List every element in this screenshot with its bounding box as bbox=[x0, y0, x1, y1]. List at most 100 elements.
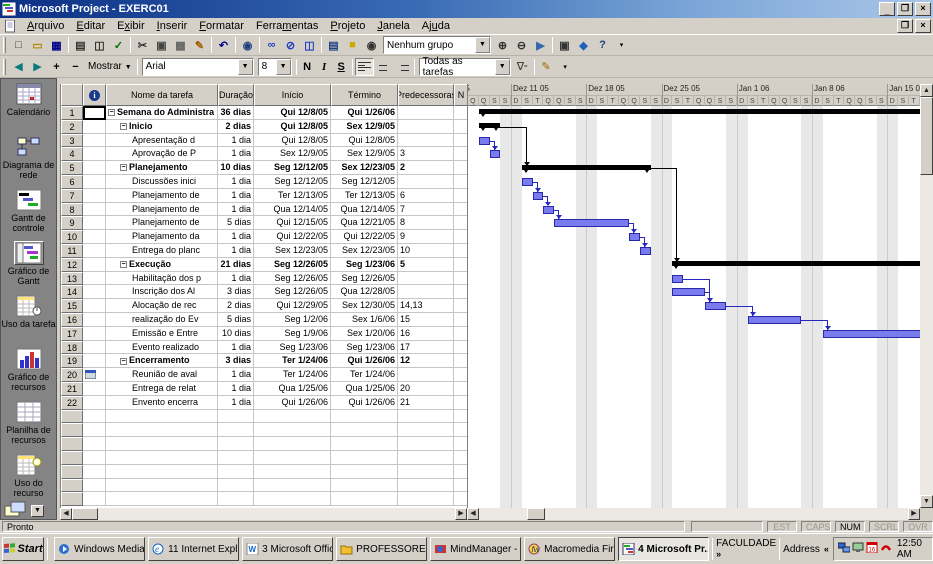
duration-cell[interactable]: 10 dias bbox=[218, 161, 254, 175]
predecessors-cell[interactable]: 6 bbox=[398, 189, 454, 203]
gantt-task-bar[interactable] bbox=[640, 247, 651, 255]
finish-cell[interactable]: Qui 12/8/05 bbox=[331, 134, 398, 148]
group-combo[interactable]: Nenhum grupo▼ bbox=[383, 36, 491, 54]
duration-cell[interactable]: 3 dias bbox=[218, 285, 254, 299]
new-button[interactable]: □ bbox=[9, 36, 28, 54]
view-task-usage[interactable]: Uso da tarefa bbox=[1, 291, 56, 344]
display-tray-icon[interactable] bbox=[852, 542, 864, 556]
info-cell[interactable] bbox=[83, 134, 106, 148]
row-number[interactable]: 5 bbox=[61, 161, 83, 175]
zoom-in-button[interactable]: ⊕ bbox=[493, 36, 512, 54]
menu-janela[interactable]: Janela bbox=[371, 19, 415, 33]
scroll-left-icon[interactable]: ◀ bbox=[467, 508, 479, 520]
tray-chevron-icon[interactable]: « bbox=[824, 544, 829, 554]
task-name-cell[interactable]: −Encerramento bbox=[106, 354, 218, 368]
start-cell[interactable]: Qui 12/15/05 bbox=[254, 216, 331, 230]
info-cell[interactable] bbox=[83, 299, 106, 313]
doc-close-button[interactable]: × bbox=[915, 19, 931, 33]
row-number[interactable]: 21 bbox=[61, 382, 83, 396]
filter-combo[interactable]: Todas as tarefas▼ bbox=[419, 58, 511, 76]
save-button[interactable]: ▦ bbox=[47, 36, 66, 54]
start-cell[interactable]: Seg 12/26/05 bbox=[254, 258, 331, 272]
vertical-scrollbar[interactable]: ▲ ▼ bbox=[920, 84, 933, 508]
start-cell[interactable]: Qui 12/8/05 bbox=[254, 134, 331, 148]
row-number[interactable]: 7 bbox=[61, 189, 83, 203]
gantt-task-bar[interactable] bbox=[672, 288, 704, 296]
predecessors-cell[interactable]: 21 bbox=[398, 396, 454, 410]
row-number[interactable]: 20 bbox=[61, 368, 83, 382]
row-number[interactable]: 2 bbox=[61, 120, 83, 134]
chevron-down-icon[interactable]: ▼ bbox=[276, 59, 291, 75]
predecessors-cell[interactable]: 17 bbox=[398, 341, 454, 355]
print-preview-button[interactable]: ◫ bbox=[90, 36, 109, 54]
cut-button[interactable]: ✂ bbox=[133, 36, 152, 54]
info-cell[interactable] bbox=[83, 175, 106, 189]
duration-cell[interactable]: 1 dia bbox=[218, 396, 254, 410]
phone-tray-icon[interactable] bbox=[880, 542, 892, 556]
info-cell[interactable] bbox=[83, 368, 106, 382]
start-cell[interactable]: Qui 12/8/05 bbox=[254, 120, 331, 134]
row-number[interactable]: 17 bbox=[61, 327, 83, 341]
toolbar-grip[interactable] bbox=[3, 59, 6, 75]
start-cell[interactable]: Seg 1/9/06 bbox=[254, 327, 331, 341]
task-name-cell[interactable]: Habilitação dos p bbox=[106, 272, 218, 286]
finish-cell[interactable]: Qui 12/22/05 bbox=[331, 230, 398, 244]
column-header-i[interactable]: i bbox=[83, 84, 106, 106]
table-scroll-thumb[interactable] bbox=[72, 508, 98, 520]
hyperlink-button[interactable]: ◉ bbox=[238, 36, 257, 54]
row-number[interactable]: 8 bbox=[61, 203, 83, 217]
bold-button[interactable]: N bbox=[299, 58, 316, 76]
predecessors-cell[interactable]: 14,13 bbox=[398, 299, 454, 313]
calendar-tray-icon[interactable]: 16 bbox=[866, 542, 878, 556]
predecessors-cell[interactable]: 7 bbox=[398, 203, 454, 217]
scroll-right-icon[interactable]: ▶ bbox=[455, 508, 467, 520]
info-cell[interactable] bbox=[83, 120, 106, 134]
menu-formatar[interactable]: Formatar bbox=[193, 19, 250, 33]
predecessors-cell[interactable]: 5 bbox=[398, 258, 454, 272]
start-cell[interactable]: Qui 12/8/05 bbox=[254, 106, 331, 120]
predecessors-cell[interactable] bbox=[398, 285, 454, 299]
view-network-diagram[interactable]: Diagrama de rede bbox=[1, 132, 56, 185]
gantt-task-bar[interactable] bbox=[629, 233, 640, 241]
finish-cell[interactable]: Qui 1/26/06 bbox=[331, 106, 398, 120]
finish-cell[interactable]: Seg 1/23/06 bbox=[331, 341, 398, 355]
chevron-down-icon[interactable]: ▼ bbox=[238, 59, 253, 75]
gantt-task-bar[interactable] bbox=[533, 192, 544, 200]
undo-button[interactable]: ↶ bbox=[214, 36, 233, 54]
row-number[interactable]: 4 bbox=[61, 147, 83, 161]
predecessors-cell[interactable] bbox=[398, 134, 454, 148]
info-cell[interactable] bbox=[83, 272, 106, 286]
row-number[interactable]: 18 bbox=[61, 341, 83, 355]
duration-cell[interactable]: 5 dias bbox=[218, 313, 254, 327]
row-number[interactable]: 12 bbox=[61, 258, 83, 272]
duration-cell[interactable]: 1 dia bbox=[218, 134, 254, 148]
gantt-task-bar[interactable] bbox=[490, 150, 501, 158]
scroll-down-icon[interactable]: ▼ bbox=[920, 495, 933, 508]
duration-cell[interactable]: 5 dias bbox=[218, 216, 254, 230]
start-cell[interactable]: Sex 12/23/05 bbox=[254, 244, 331, 258]
row-number[interactable]: 22 bbox=[61, 396, 83, 410]
doc-restore-button[interactable]: ❐ bbox=[897, 19, 913, 33]
predecessors-cell[interactable] bbox=[398, 175, 454, 189]
taskbar-button[interactable]: e11 Internet Expl...▼ bbox=[148, 537, 239, 561]
info-cell[interactable] bbox=[83, 203, 106, 217]
chart-horizontal-scrollbar[interactable]: ◀ ▶ bbox=[467, 508, 920, 520]
zoom-out-button[interactable]: ⊖ bbox=[512, 36, 531, 54]
finish-cell[interactable]: Seg 1/23/06 bbox=[331, 258, 398, 272]
row-number[interactable]: 13 bbox=[61, 272, 83, 286]
start-cell[interactable]: Qua 12/14/05 bbox=[254, 203, 331, 217]
align-center-button[interactable] bbox=[374, 58, 393, 76]
finish-cell[interactable]: Sex 12/9/05 bbox=[331, 120, 398, 134]
underline-button[interactable]: S bbox=[333, 58, 350, 76]
info-cell[interactable] bbox=[83, 258, 106, 272]
duration-cell[interactable]: 1 dia bbox=[218, 382, 254, 396]
task-name-cell[interactable]: −Planejamento bbox=[106, 161, 218, 175]
assign-resources-button[interactable]: ◉ bbox=[362, 36, 381, 54]
filter-icon[interactable]: ∇= bbox=[513, 58, 532, 76]
collapse-icon[interactable]: − bbox=[120, 164, 127, 171]
task-notes-button[interactable]: ■ bbox=[343, 36, 362, 54]
collapse-icon[interactable]: − bbox=[120, 358, 127, 365]
duration-cell[interactable]: 1 dia bbox=[218, 203, 254, 217]
start-cell[interactable]: Qui 12/29/05 bbox=[254, 299, 331, 313]
scroll-left-icon[interactable]: ◀ bbox=[60, 508, 72, 520]
